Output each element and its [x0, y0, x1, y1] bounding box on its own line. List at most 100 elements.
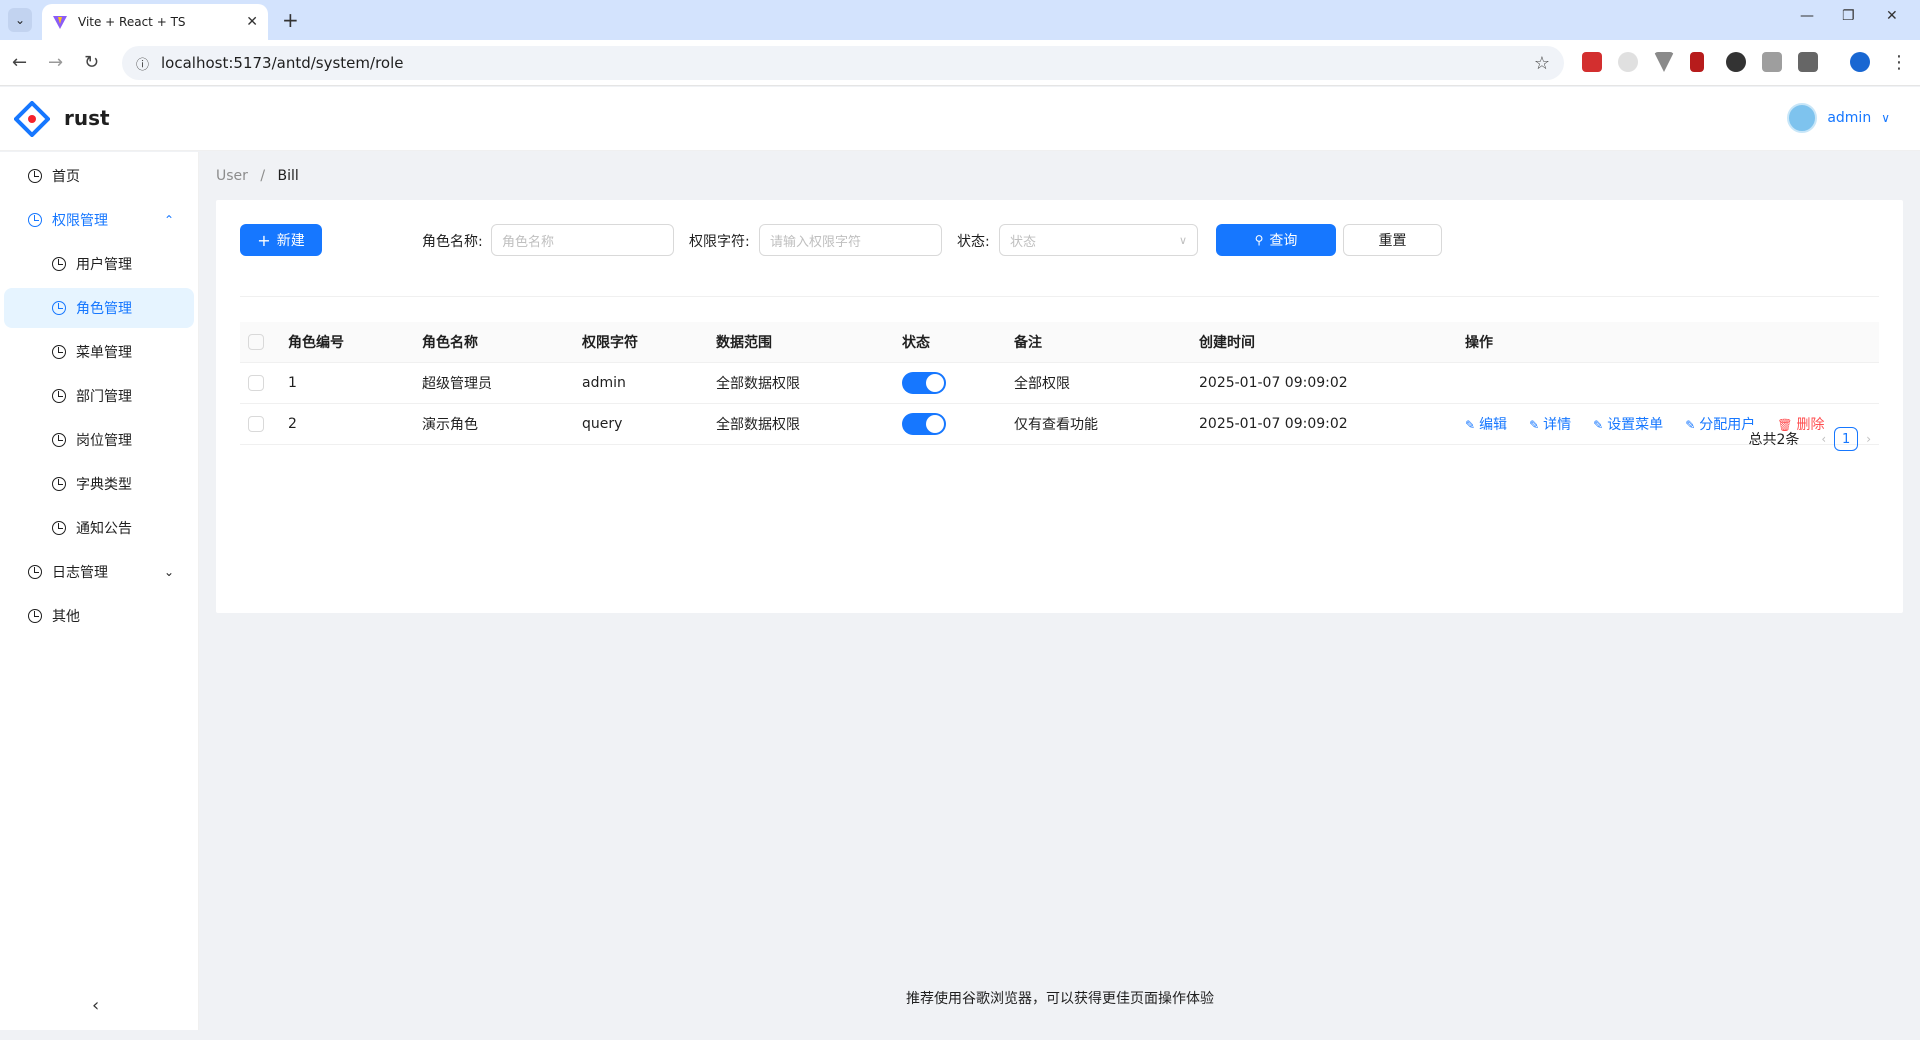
pie-chart-icon	[52, 521, 66, 535]
reset-button[interactable]: 重置	[1343, 224, 1442, 256]
role-name-link[interactable]: 演示角色	[414, 403, 574, 445]
extensions-puzzle-icon[interactable]	[1798, 52, 1818, 72]
logo-icon	[14, 101, 50, 137]
sidebar-item-posts[interactable]: 岗位管理	[4, 420, 194, 460]
profile-icon[interactable]	[1850, 52, 1870, 72]
extension-3-icon[interactable]	[1654, 52, 1674, 72]
browser-menu-icon[interactable]: ⋮	[1890, 52, 1908, 74]
status-cell	[894, 403, 1006, 445]
row-select-cell	[240, 362, 280, 404]
address-bar[interactable]: ⓘ localhost:5173/antd/system/role ☆	[122, 46, 1564, 80]
sidebar: 首页 权限管理 ⌃ 用户管理 角色管理 菜单管理 部门管理 岗位管理 字典类型 …	[0, 152, 199, 1030]
next-page-icon[interactable]: ›	[1866, 432, 1871, 446]
extension-4-icon[interactable]	[1690, 52, 1704, 72]
row-checkbox[interactable]	[248, 415, 264, 432]
role-key: admin	[574, 362, 708, 404]
search-button-label: 查询	[1269, 233, 1298, 249]
prev-page-icon[interactable]: ‹	[1821, 432, 1826, 446]
role-card: + 新建 角色名称: 角色名称 权限字符: 请输入权限字符 状态: 状态 ∨ ⚲…	[216, 200, 1903, 613]
sidebar-item-users[interactable]: 用户管理	[4, 244, 194, 284]
pie-chart-icon	[52, 433, 66, 447]
breadcrumb-parent[interactable]: User	[216, 168, 248, 184]
role-key-placeholder: 请输入权限字符	[770, 234, 862, 250]
minimize-icon[interactable]: —	[1800, 8, 1814, 24]
assign-user-button[interactable]: ✎ 分配用户	[1685, 417, 1755, 433]
edit-icon: ✎	[1529, 417, 1540, 432]
tab-search-button[interactable]: ⌄	[8, 8, 32, 32]
close-tab-icon[interactable]: ✕	[246, 14, 258, 30]
sidebar-item-roles[interactable]: 角色管理	[4, 288, 194, 328]
edit-button[interactable]: ✎ 编辑	[1465, 417, 1507, 433]
browser-toolbar: ← → ↻ ⓘ localhost:5173/antd/system/role …	[0, 40, 1920, 86]
chevron-down-icon[interactable]: ∨	[1881, 111, 1890, 125]
vite-favicon-icon	[53, 16, 67, 29]
pie-chart-icon	[52, 257, 66, 271]
sidebar-item-menus[interactable]: 菜单管理	[4, 332, 194, 372]
set-menu-button[interactable]: ✎ 设置菜单	[1593, 417, 1663, 433]
detail-label: 详情	[1543, 416, 1572, 433]
search-icon: ⚲	[1254, 233, 1264, 247]
status-toggle[interactable]	[902, 371, 946, 394]
back-icon[interactable]: ←	[12, 52, 27, 74]
sidebar-item-logs[interactable]: 日志管理 ⌄	[4, 552, 194, 592]
role-table: 角色编号 角色名称 权限字符 数据范围 状态 备注 创建时间 操作 1 超级管理…	[240, 322, 1879, 445]
url-text: localhost:5173/antd/system/role	[161, 54, 404, 72]
col-header: 角色编号	[280, 322, 414, 363]
created-time: 2025-01-07 09:09:02	[1191, 403, 1457, 445]
breadcrumb-current: Bill	[277, 168, 299, 184]
detail-button[interactable]: ✎ 详情	[1529, 417, 1571, 433]
reload-icon[interactable]: ↻	[84, 52, 99, 74]
col-header: 权限字符	[574, 322, 708, 363]
new-button-label: 新建	[276, 233, 305, 249]
table-row: 2 演示角色 query 全部数据权限 仅有查看功能 2025-01-07 09…	[240, 403, 1879, 445]
user-menu[interactable]: admin ∨	[1787, 103, 1890, 133]
sidebar-item-notices[interactable]: 通知公告	[4, 508, 194, 548]
sidebar-item-home[interactable]: 首页	[4, 156, 194, 196]
forward-icon[interactable]: →	[48, 52, 63, 74]
row-select-cell	[240, 403, 280, 445]
sidebar-item-label: 权限管理	[52, 213, 108, 229]
edit-icon: ✎	[1685, 417, 1696, 432]
role-name-placeholder: 角色名称	[502, 234, 555, 250]
chevron-up-icon: ⌃	[163, 213, 174, 227]
new-tab-button[interactable]: +	[282, 8, 299, 32]
role-id: 1	[280, 362, 414, 404]
pie-chart-icon	[28, 565, 42, 579]
extension-1-icon[interactable]	[1582, 52, 1602, 72]
table-header-row: 角色编号 角色名称 权限字符 数据范围 状态 备注 创建时间 操作	[240, 322, 1879, 363]
role-key-input[interactable]: 请输入权限字符	[759, 224, 942, 256]
site-info-icon[interactable]: ⓘ	[136, 54, 149, 73]
status-select[interactable]: 状态 ∨	[999, 224, 1198, 256]
bookmark-star-icon[interactable]: ☆	[1534, 53, 1550, 74]
extension-5-icon[interactable]	[1726, 52, 1746, 72]
camera-extension-icon[interactable]	[1762, 52, 1782, 72]
username[interactable]: admin	[1827, 110, 1871, 126]
pagination: 总共2条 ‹ 1 ›	[1748, 427, 1879, 451]
new-role-button[interactable]: + 新建	[240, 224, 322, 256]
role-name-link[interactable]: 超级管理员	[414, 362, 574, 404]
row-checkbox[interactable]	[248, 374, 264, 391]
status-toggle[interactable]	[902, 412, 946, 435]
collapse-sidebar-icon[interactable]: ‹	[92, 995, 99, 1016]
select-all-checkbox[interactable]	[248, 333, 264, 350]
extension-2-icon[interactable]	[1618, 52, 1638, 72]
brand-title: rust	[64, 106, 110, 130]
breadcrumb: User / Bill	[216, 168, 299, 184]
role-id: 2	[280, 403, 414, 445]
sidebar-item-dict-types[interactable]: 字典类型	[4, 464, 194, 504]
restore-icon[interactable]: ❐	[1842, 8, 1855, 24]
data-scope: 全部数据权限	[708, 362, 894, 404]
sidebar-item-label: 用户管理	[76, 257, 132, 273]
role-name-label: 角色名称:	[422, 234, 483, 250]
search-button[interactable]: ⚲ 查询	[1216, 224, 1336, 256]
sidebar-item-departments[interactable]: 部门管理	[4, 376, 194, 416]
page-1-button[interactable]: 1	[1834, 427, 1859, 451]
browser-tab[interactable]: Vite + React + TS ✕	[42, 4, 268, 40]
close-window-icon[interactable]: ✕	[1886, 8, 1898, 24]
table-row: 1 超级管理员 admin 全部数据权限 全部权限 2025-01-07 09:…	[240, 362, 1879, 404]
role-name-input[interactable]: 角色名称	[491, 224, 674, 256]
sidebar-item-label: 字典类型	[76, 477, 132, 493]
sidebar-item-permissions[interactable]: 权限管理 ⌃	[4, 200, 194, 240]
avatar[interactable]	[1787, 103, 1818, 133]
sidebar-item-other[interactable]: 其他	[4, 596, 194, 636]
